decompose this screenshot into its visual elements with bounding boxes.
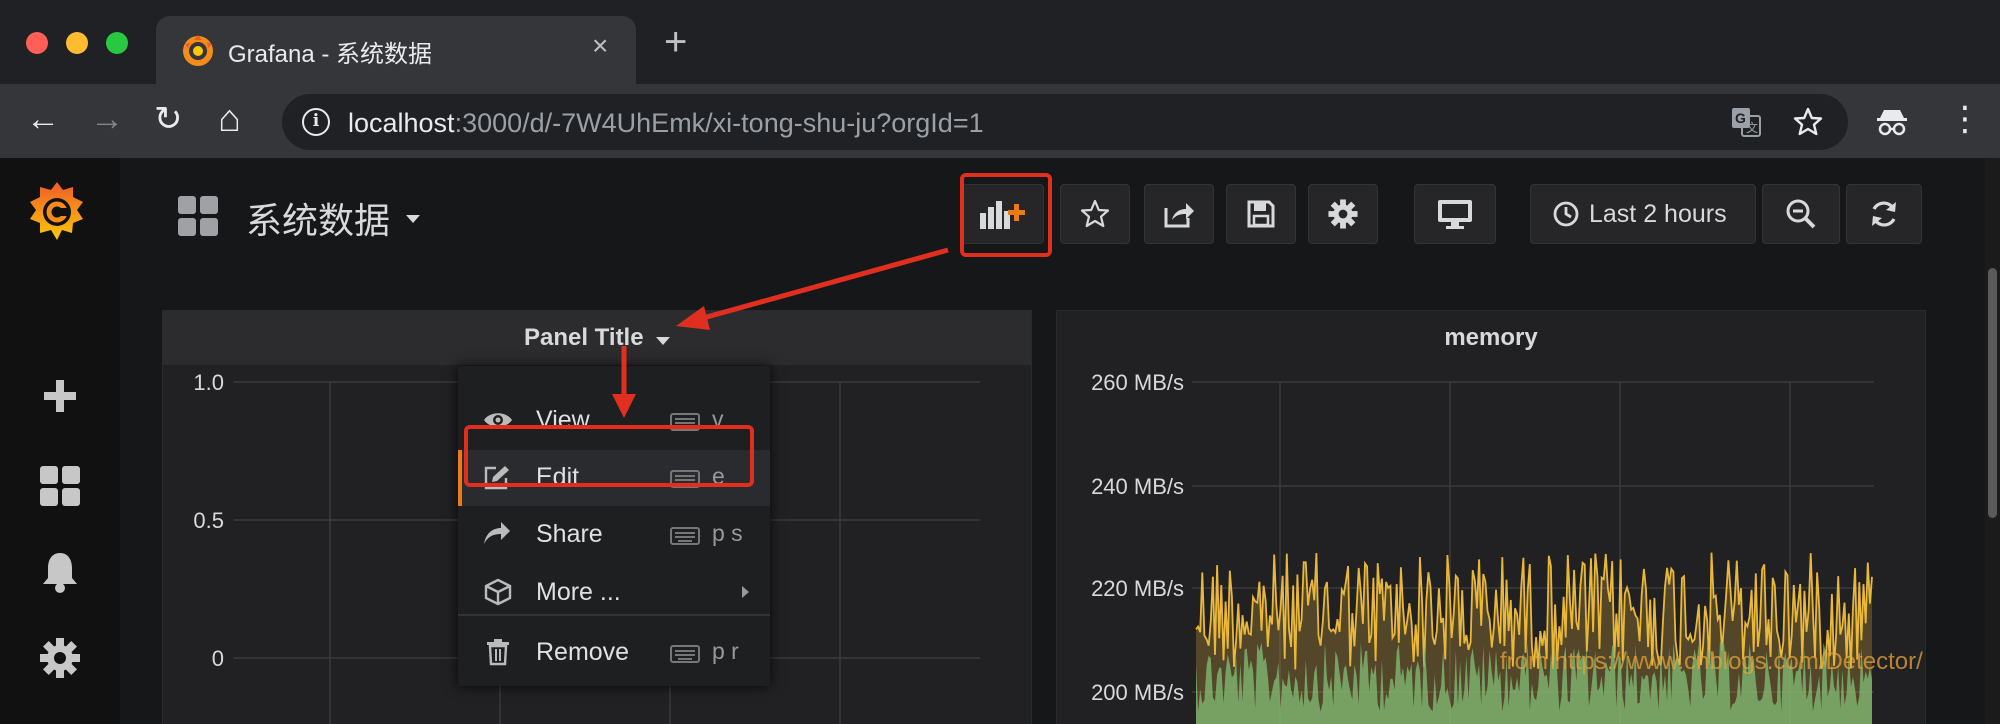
watermark: from https://www.cnblogs.com/Detector/: [1500, 648, 1923, 675]
annotation-arrows: [612, 247, 949, 418]
arrow-head: [612, 394, 636, 418]
arrow-head: [676, 306, 710, 330]
arrow-to-panel-title: [695, 247, 949, 323]
